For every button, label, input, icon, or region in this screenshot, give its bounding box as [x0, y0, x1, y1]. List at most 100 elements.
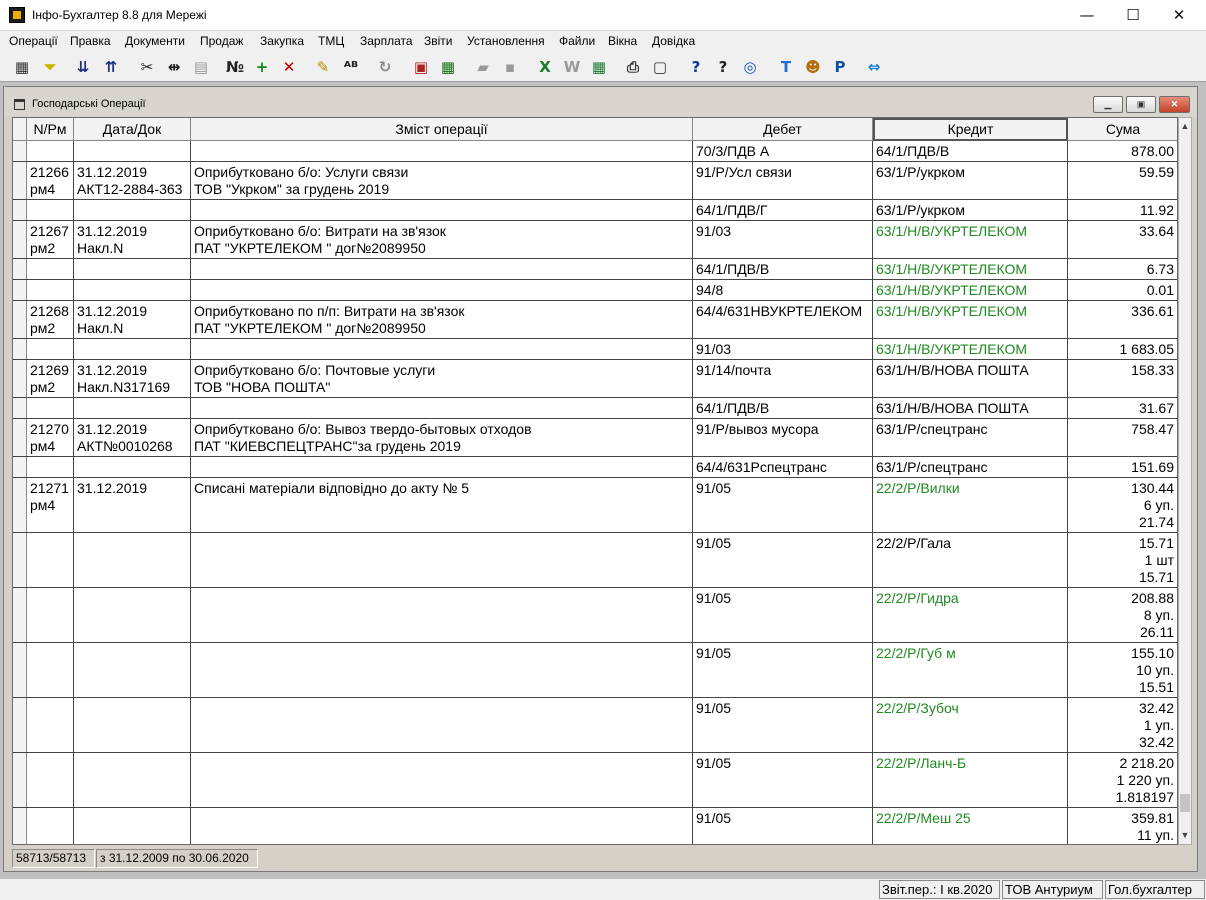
credit-cell: 22/2/Р/Гала: [873, 533, 1068, 587]
maximize-glyph[interactable]: ☐: [1110, 0, 1156, 30]
description-cell: [191, 588, 693, 642]
menu-item-9[interactable]: Файли: [559, 34, 595, 48]
compass-icon[interactable]: ◎: [739, 56, 761, 78]
date-doc-cell: [74, 457, 191, 477]
amount-cell: 0.01: [1068, 280, 1177, 300]
p-document-icon[interactable]: P: [829, 56, 851, 78]
table-row[interactable]: 70/3/ПДВ А 64/1/ПДВ/В 878.00: [13, 141, 1177, 162]
debit-column-header[interactable]: Дебет: [693, 118, 873, 141]
word-icon[interactable]: W: [561, 56, 583, 78]
refresh-icon[interactable]: ↻: [374, 56, 396, 78]
scroll-up-icon[interactable]: ▲: [1179, 121, 1191, 131]
filter-icon[interactable]: ⏷: [39, 56, 61, 78]
menu-bar: Операції Правка Документи Продаж Закупка ТМЦ З…: [0, 31, 1206, 51]
menu-item-11[interactable]: Довідка: [652, 34, 695, 48]
sort-asc-icon[interactable]: ⇊: [72, 56, 94, 78]
amount-column-header[interactable]: Сума: [1068, 118, 1177, 141]
teamviewer-text-icon[interactable]: T: [775, 56, 797, 78]
export-doc-icon[interactable]: ▣: [410, 56, 432, 78]
numbering-icon[interactable]: №: [224, 56, 246, 78]
date-column-header[interactable]: Дата/Док: [74, 118, 191, 141]
delete-icon[interactable]: ✕: [278, 56, 300, 78]
table-row[interactable]: 91/05 22/2/Р/Гала 15.71 1 шт 15.71: [13, 533, 1177, 588]
calculator-icon[interactable]: ▦: [437, 56, 459, 78]
help-icon[interactable]: ?: [685, 56, 707, 78]
table-row[interactable]: 64/1/ПДВ/В 63/1/Н/В/УКРТЕЛЕКОМ 6.73: [13, 259, 1177, 280]
row-indicator: [13, 301, 27, 338]
description-cell: [191, 698, 693, 752]
users-icon[interactable]: ☻: [802, 56, 824, 78]
table-row[interactable]: 64/4/631Рспецтранс 63/1/Р/спецтранс 151.69: [13, 457, 1177, 478]
menu-item-6[interactable]: Зарплата: [360, 34, 413, 48]
credit-cell: 63/1/Н/В/УКРТЕЛЕКОМ: [873, 259, 1068, 279]
replace-icon[interactable]: ᴬᴮ: [340, 56, 362, 78]
split-icon[interactable]: ⇹: [163, 56, 185, 78]
close-button[interactable]: ✕: [1156, 0, 1202, 30]
window-close-button[interactable]: ✕: [1159, 96, 1190, 113]
scroll-down-icon[interactable]: ▼: [1179, 830, 1191, 840]
table-row[interactable]: 21267 рм2 31.12.2019 Накл.N Оприбутковано б/…: [13, 221, 1177, 259]
table-row[interactable]: 94/8 63/1/Н/В/УКРТЕЛЕКОМ 0.01: [13, 280, 1177, 301]
calc-export-icon[interactable]: ▦: [588, 56, 610, 78]
add-icon[interactable]: +: [251, 56, 273, 78]
description-column-header[interactable]: Зміст операції: [191, 118, 693, 141]
menu-item-4[interactable]: Закупка: [260, 34, 304, 48]
row-number-cell-line: 21266: [30, 164, 69, 180]
date-doc-cell-line: 31.12.2019: [77, 164, 148, 180]
open-folder-icon[interactable]: ▰: [472, 56, 494, 78]
description-cell: [191, 141, 693, 161]
cut-icon[interactable]: ✂: [136, 56, 158, 78]
debit-cell: 94/8: [693, 280, 873, 300]
save-icon[interactable]: ▪: [499, 56, 521, 78]
credit-cell: 22/2/Р/Губ м: [873, 643, 1068, 697]
print-icon[interactable]: ⎙: [622, 56, 644, 78]
context-help-icon[interactable]: ?: [712, 56, 734, 78]
debit-cell: 64/4/631НВУКРТЕЛЕКОМ: [693, 301, 873, 338]
minimize-glyph[interactable]: —: [1064, 0, 1110, 30]
window-restore-button[interactable]: ▣: [1126, 96, 1156, 113]
amount-cell-line: 1 683.05: [1119, 341, 1175, 357]
n-column-header[interactable]: N/Рм: [27, 118, 74, 141]
excel-icon[interactable]: X: [534, 56, 556, 78]
doc-list-icon[interactable]: ▦: [11, 56, 33, 78]
preview-icon[interactable]: ▢: [649, 56, 671, 78]
paste-icon[interactable]: ▤: [190, 56, 212, 78]
row-indicator: [13, 259, 27, 279]
description-cell-line: Оприбутковано б/о: Витрати на зв'язок: [194, 223, 446, 239]
table-row[interactable]: 64/1/ПДВ/Г 63/1/Р/укрком 11.92: [13, 200, 1177, 221]
row-number-cell-line: рм4: [30, 497, 56, 513]
menu-item-3[interactable]: Продаж: [200, 34, 243, 48]
menu-item-10[interactable]: Вікна: [608, 34, 637, 48]
table-row[interactable]: 21270 рм4 31.12.2019 АКТ№0010268 Оприбуткова…: [13, 419, 1177, 457]
marker-icon[interactable]: ✎: [312, 56, 334, 78]
table-row[interactable]: 21266 рм4 31.12.2019 АКТ12-2884-363 Оприбутк…: [13, 162, 1177, 200]
table-row[interactable]: 21269 рм2 31.12.2019 Накл.N317169 Оприбутков…: [13, 360, 1177, 398]
credit-column-header[interactable]: Кредит: [873, 118, 1068, 141]
date-doc-cell-line: 31.12.2019: [77, 480, 148, 496]
table-row[interactable]: 91/05 22/2/Р/Меш 25 359.81 11 уп.: [13, 808, 1177, 844]
table-row[interactable]: 91/05 22/2/Р/Губ м 155.10 10 уп. 15.51: [13, 643, 1177, 698]
vertical-scrollbar[interactable]: ▲ ▼: [1178, 117, 1192, 845]
table-row[interactable]: 21271 рм4 31.12.2019 Списані матеріали відп…: [13, 478, 1177, 533]
window-minimize-button[interactable]: ▁: [1093, 96, 1123, 113]
table-row[interactable]: 21268 рм2 31.12.2019 Накл.N Оприбутковано по…: [13, 301, 1177, 339]
table-row[interactable]: 91/05 22/2/Р/Зубоч 32.42 1 уп. 32.42: [13, 698, 1177, 753]
date-doc-cell-line: Накл.N: [77, 320, 124, 336]
menu-item-8[interactable]: Установлення: [467, 34, 545, 48]
menu-item-2[interactable]: Документи: [125, 34, 185, 48]
table-row[interactable]: 91/03 63/1/Н/В/УКРТЕЛЕКОМ 1 683.05: [13, 339, 1177, 360]
status-period: Звіт.пер.: І кв.2020: [879, 880, 1000, 899]
menu-item-1[interactable]: Правка: [70, 34, 111, 48]
teamviewer-icon[interactable]: ⇔: [863, 56, 885, 78]
row-number-cell: [27, 588, 74, 642]
description-cell: [191, 457, 693, 477]
scroll-thumb[interactable]: [1180, 794, 1190, 812]
table-row[interactable]: 91/05 22/2/Р/Гидра 208.88 8 уп. 26.11: [13, 588, 1177, 643]
table-row[interactable]: 64/1/ПДВ/В 63/1/Н/В/НОВА ПОШТА 31.67: [13, 398, 1177, 419]
sort-desc-icon[interactable]: ⇈: [100, 56, 122, 78]
status-company: ТОВ Антуриум: [1002, 880, 1103, 899]
menu-item-5[interactable]: ТМЦ: [318, 34, 344, 48]
table-row[interactable]: 91/05 22/2/Р/Ланч-Б 2 218.20 1 220 уп. 1.818…: [13, 753, 1177, 808]
menu-item-7[interactable]: Звіти: [424, 34, 453, 48]
menu-item-0[interactable]: Операції: [9, 34, 58, 48]
